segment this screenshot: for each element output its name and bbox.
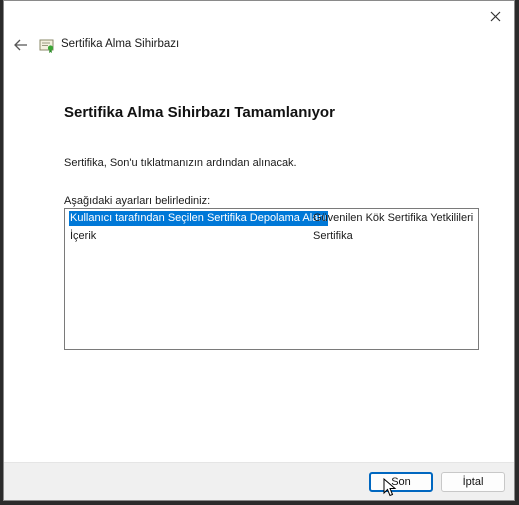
wizard-footer: Son İptal bbox=[4, 463, 514, 500]
mouse-pointer-icon bbox=[383, 478, 397, 497]
certificate-icon bbox=[39, 39, 54, 53]
settings-label: Aşağıdaki ayarları belirlediniz: bbox=[64, 195, 211, 207]
close-icon bbox=[490, 11, 500, 21]
cancel-button[interactable]: İptal bbox=[441, 472, 505, 492]
wizard-title: Sertifika Alma Sihirbazı bbox=[61, 38, 180, 50]
setting-value: Sertifika bbox=[313, 230, 353, 242]
setting-value: Güvenilen Kök Sertifika Yetkilileri bbox=[313, 212, 474, 224]
wizard-window: Sertifika Alma Sihirbazı Sertifika Alma … bbox=[3, 0, 515, 501]
page-heading: Sertifika Alma Sihirbazı Tamamlanıyor bbox=[64, 104, 335, 121]
settings-row[interactable]: Kullanıcı tarafından Seçilen Sertifika D… bbox=[65, 211, 478, 226]
settings-list[interactable]: Kullanıcı tarafından Seçilen Sertifika D… bbox=[64, 208, 479, 350]
setting-name: İçerik bbox=[70, 230, 97, 242]
back-button[interactable] bbox=[10, 35, 32, 55]
page-description: Sertifika, Son'u tıklatmanızın ardından … bbox=[64, 157, 297, 169]
back-arrow-icon bbox=[14, 39, 27, 51]
settings-row[interactable]: İçerik Sertifika bbox=[65, 229, 478, 244]
setting-name: Kullanıcı tarafından Seçilen Sertifika D… bbox=[69, 211, 329, 226]
finish-button[interactable]: Son bbox=[369, 472, 433, 492]
close-button[interactable] bbox=[482, 5, 508, 27]
